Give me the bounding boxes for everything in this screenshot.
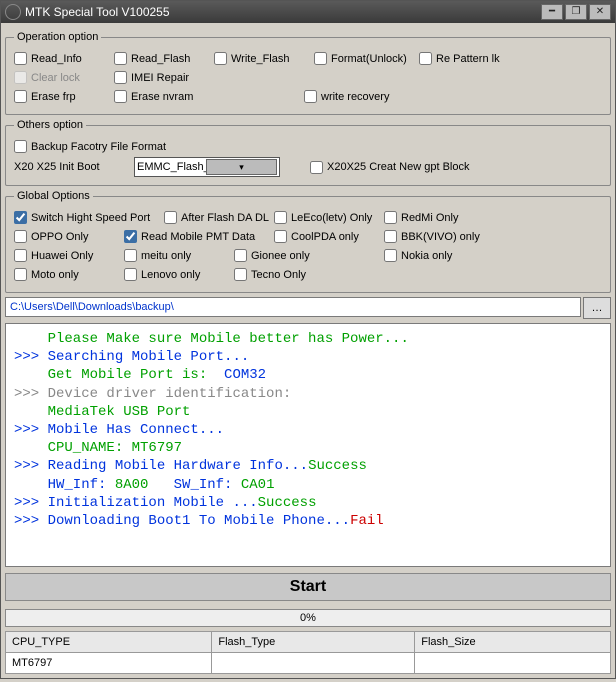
col-flash-size: Flash_Size bbox=[415, 632, 611, 653]
close-button[interactable]: ✕ bbox=[589, 4, 611, 20]
backup-path-input[interactable] bbox=[5, 297, 581, 317]
start-button[interactable]: Start bbox=[5, 573, 611, 601]
erase-frp-checkbox[interactable]: Erase frp bbox=[14, 90, 114, 103]
ellipsis-icon: … bbox=[592, 302, 603, 314]
global-option-checkbox[interactable]: Moto only bbox=[14, 268, 124, 281]
global-option-checkbox[interactable]: Huawei Only bbox=[14, 249, 124, 262]
progress-bar: 0% bbox=[5, 609, 611, 627]
write-recovery-checkbox[interactable]: write recovery bbox=[304, 90, 409, 103]
global-option-checkbox[interactable]: Read Mobile PMT Data bbox=[124, 230, 274, 243]
col-flash-type: Flash_Type bbox=[212, 632, 415, 653]
clear-lock-checkbox: Clear lock bbox=[14, 71, 114, 84]
browse-button[interactable]: … bbox=[583, 297, 611, 319]
global-option-checkbox[interactable]: BBK(VIVO) only bbox=[384, 230, 494, 243]
others-option-group: Others option Backup Facotry File Format… bbox=[5, 119, 611, 186]
operation-option-group: Operation option Read_Info Read_Flash Wr… bbox=[5, 31, 611, 115]
app-window: MTK Special Tool V100255 ━ ❐ ✕ Operation… bbox=[0, 0, 616, 679]
log-console[interactable]: Please Make sure Mobile better has Power… bbox=[5, 323, 611, 567]
erase-nvram-checkbox[interactable]: Erase nvram bbox=[114, 90, 214, 103]
read-flash-checkbox[interactable]: Read_Flash bbox=[114, 52, 214, 65]
write-flash-checkbox[interactable]: Write_Flash bbox=[214, 52, 314, 65]
global-options-group: Global Options Switch Hight Speed PortAf… bbox=[5, 190, 611, 293]
global-option-checkbox[interactable]: meitu only bbox=[124, 249, 234, 262]
global-option-checkbox[interactable]: After Flash DA DL bbox=[164, 211, 274, 224]
window-title: MTK Special Tool V100255 bbox=[25, 5, 170, 19]
app-icon bbox=[5, 4, 21, 20]
global-option-checkbox[interactable]: Switch Hight Speed Port bbox=[14, 211, 164, 224]
minimize-button[interactable]: ━ bbox=[541, 4, 563, 20]
global-option-checkbox[interactable]: LeEco(letv) Only bbox=[274, 211, 384, 224]
flash-table: CPU_TYPE Flash_Type Flash_Size MT6797 bbox=[5, 631, 611, 674]
col-cpu-type: CPU_TYPE bbox=[6, 632, 212, 653]
init-boot-value: EMMC_Flash_Init_1 bbox=[137, 161, 206, 173]
global-option-checkbox[interactable]: Lenovo only bbox=[124, 268, 234, 281]
chevron-down-icon: ▾ bbox=[206, 159, 277, 175]
global-option-checkbox[interactable]: CoolPDA only bbox=[274, 230, 384, 243]
global-option-checkbox[interactable]: Gionee only bbox=[234, 249, 384, 262]
init-boot-dropdown[interactable]: EMMC_Flash_Init_1 ▾ bbox=[134, 157, 280, 177]
titlebar: MTK Special Tool V100255 ━ ❐ ✕ bbox=[1, 1, 615, 23]
global-option-checkbox[interactable]: Nokia only bbox=[384, 249, 494, 262]
maximize-button[interactable]: ❐ bbox=[565, 4, 587, 20]
imei-repair-checkbox[interactable]: IMEI Repair bbox=[114, 71, 214, 84]
operation-option-legend: Operation option bbox=[14, 31, 101, 43]
backup-factory-checkbox[interactable]: Backup Facotry File Format bbox=[14, 140, 602, 153]
table-row: MT6797 bbox=[6, 653, 611, 674]
global-option-checkbox[interactable]: Tecno Only bbox=[234, 268, 344, 281]
global-option-checkbox[interactable]: RedMi Only bbox=[384, 211, 494, 224]
global-options-legend: Global Options bbox=[14, 190, 93, 202]
init-boot-label: X20 X25 Init Boot bbox=[14, 161, 124, 173]
format-unlock-checkbox[interactable]: Format(Unlock) bbox=[314, 52, 419, 65]
others-option-legend: Others option bbox=[14, 119, 86, 131]
re-pattern-checkbox[interactable]: Re Pattern lk bbox=[419, 52, 519, 65]
creat-new-gpt-checkbox[interactable]: X20X25 Creat New gpt Block bbox=[310, 161, 469, 174]
global-option-checkbox[interactable]: OPPO Only bbox=[14, 230, 124, 243]
read-info-checkbox[interactable]: Read_Info bbox=[14, 52, 114, 65]
client-area: Operation option Read_Info Read_Flash Wr… bbox=[1, 23, 615, 678]
